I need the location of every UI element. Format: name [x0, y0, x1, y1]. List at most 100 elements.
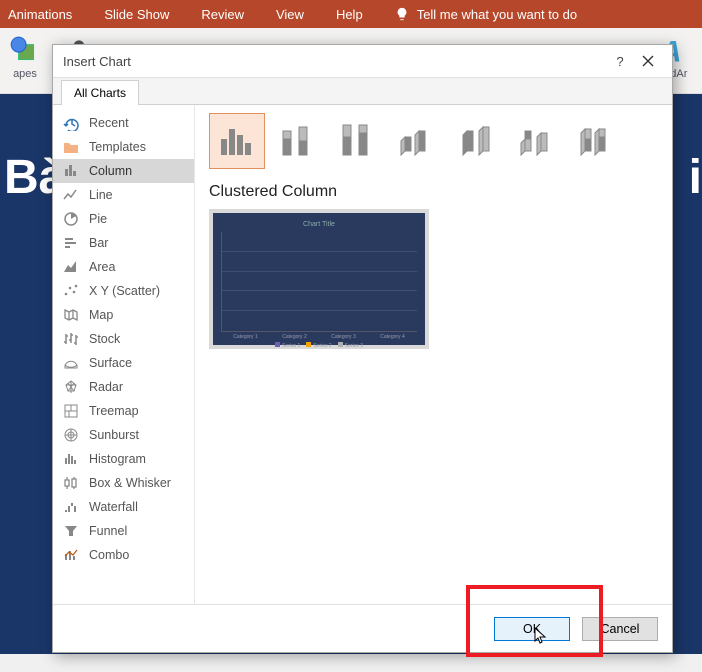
radar-icon	[63, 379, 79, 395]
category-label: Templates	[89, 140, 146, 154]
dialog-title: Insert Chart	[63, 54, 131, 69]
column-subtype-icon	[275, 119, 319, 163]
category-templates[interactable]: Templates	[53, 135, 194, 159]
category-boxwhisker[interactable]: Box & Whisker	[53, 471, 194, 495]
column-subtype-5[interactable]	[509, 113, 565, 169]
ok-button[interactable]: OK	[494, 617, 570, 641]
category-label: Histogram	[89, 452, 146, 466]
column-subtype-icon	[335, 119, 379, 163]
templates-icon	[63, 139, 79, 155]
surface-icon	[63, 355, 79, 371]
ribbon-tab-animations[interactable]: Animations	[8, 7, 72, 22]
category-label: Area	[89, 260, 115, 274]
chart-preview-bars	[221, 232, 417, 332]
cancel-button[interactable]: Cancel	[582, 617, 658, 641]
category-area[interactable]: Area	[53, 255, 194, 279]
column-subtype-icon	[395, 119, 439, 163]
category-label: Column	[89, 164, 132, 178]
category-label: Stock	[89, 332, 120, 346]
column-subtype-0[interactable]	[209, 113, 265, 169]
dialog-tabs: All Charts	[53, 77, 672, 105]
column-subtype-6[interactable]	[569, 113, 625, 169]
category-label: Waterfall	[89, 500, 138, 514]
category-stock[interactable]: Stock	[53, 327, 194, 351]
lightbulb-icon	[395, 7, 409, 21]
category-label: Surface	[89, 356, 132, 370]
chart-preview-legend: Series 1Series 2Series 3	[221, 342, 417, 349]
histogram-icon	[63, 451, 79, 467]
column-subtype-3[interactable]	[389, 113, 445, 169]
combo-icon	[63, 547, 79, 563]
category-label: Map	[89, 308, 113, 322]
chart-preview[interactable]: Chart Title Category 1Category 2Category…	[209, 209, 429, 349]
help-icon: ?	[616, 54, 623, 69]
boxwhisker-icon	[63, 475, 79, 491]
category-surface[interactable]: Surface	[53, 351, 194, 375]
funnel-icon	[63, 523, 79, 539]
category-label: Sunburst	[89, 428, 139, 442]
column-subtype-4[interactable]	[449, 113, 505, 169]
map-icon	[63, 307, 79, 323]
close-icon	[642, 55, 654, 67]
cursor-icon	[534, 627, 548, 645]
treemap-icon	[63, 403, 79, 419]
column-subtype-icon	[515, 119, 559, 163]
category-recent[interactable]: Recent	[53, 111, 194, 135]
category-label: Bar	[89, 236, 108, 250]
tell-me[interactable]: Tell me what you want to do	[395, 7, 577, 22]
waterfall-icon	[63, 499, 79, 515]
dialog-button-bar: OK Cancel	[53, 604, 672, 652]
category-histogram[interactable]: Histogram	[53, 447, 194, 471]
recent-icon	[63, 115, 79, 131]
column-icon	[63, 163, 79, 179]
pie-icon	[63, 211, 79, 227]
shapes-icon[interactable]	[8, 34, 42, 68]
chart-category-list: Recent Templates Column Line Pie Bar Area X Y (…	[53, 105, 195, 604]
ribbon-tab-slideshow[interactable]: Slide Show	[104, 7, 169, 22]
category-label: Combo	[89, 548, 129, 562]
category-column[interactable]: Column	[53, 159, 194, 183]
category-map[interactable]: Map	[53, 303, 194, 327]
line-icon	[63, 187, 79, 203]
help-button[interactable]: ?	[606, 47, 634, 75]
category-line[interactable]: Line	[53, 183, 194, 207]
category-label: Pie	[89, 212, 107, 226]
category-label: Line	[89, 188, 113, 202]
shapes-label: apes	[13, 68, 37, 80]
bar-icon	[63, 235, 79, 251]
category-label: X Y (Scatter)	[89, 284, 160, 298]
ribbon-tab-review[interactable]: Review	[201, 7, 244, 22]
category-sunburst[interactable]: Sunburst	[53, 423, 194, 447]
category-funnel[interactable]: Funnel	[53, 519, 194, 543]
category-pie[interactable]: Pie	[53, 207, 194, 231]
category-label: Treemap	[89, 404, 139, 418]
column-subtype-icon	[215, 119, 259, 163]
scatter-icon	[63, 283, 79, 299]
column-subtype-2[interactable]	[329, 113, 385, 169]
ribbon-tab-view[interactable]: View	[276, 7, 304, 22]
category-radar[interactable]: Radar	[53, 375, 194, 399]
dialog-titlebar: Insert Chart ?	[53, 45, 672, 77]
ribbon-tab-help[interactable]: Help	[336, 7, 363, 22]
category-label: Recent	[89, 116, 129, 130]
category-label: Radar	[89, 380, 123, 394]
chart-subtype-row	[209, 113, 658, 169]
chart-content: Clustered Column Chart Title Category 1C…	[195, 105, 672, 604]
category-scatter[interactable]: X Y (Scatter)	[53, 279, 194, 303]
tab-all-charts[interactable]: All Charts	[61, 80, 139, 105]
category-bar[interactable]: Bar	[53, 231, 194, 255]
category-combo[interactable]: Combo	[53, 543, 194, 567]
category-treemap[interactable]: Treemap	[53, 399, 194, 423]
chart-preview-categories: Category 1Category 2Category 3Category 4	[221, 334, 417, 340]
stock-icon	[63, 331, 79, 347]
column-subtype-icon	[575, 119, 619, 163]
column-subtype-1[interactable]	[269, 113, 325, 169]
slide-title-right: i	[689, 150, 702, 205]
column-subtype-icon	[455, 119, 499, 163]
ribbon-tabs: Animations Slide Show Review View Help T…	[0, 0, 702, 28]
chart-preview-title: Chart Title	[221, 221, 417, 228]
insert-chart-dialog: Insert Chart ? All Charts Recent Template…	[52, 44, 673, 653]
category-label: Funnel	[89, 524, 127, 538]
category-waterfall[interactable]: Waterfall	[53, 495, 194, 519]
close-button[interactable]	[634, 47, 662, 75]
